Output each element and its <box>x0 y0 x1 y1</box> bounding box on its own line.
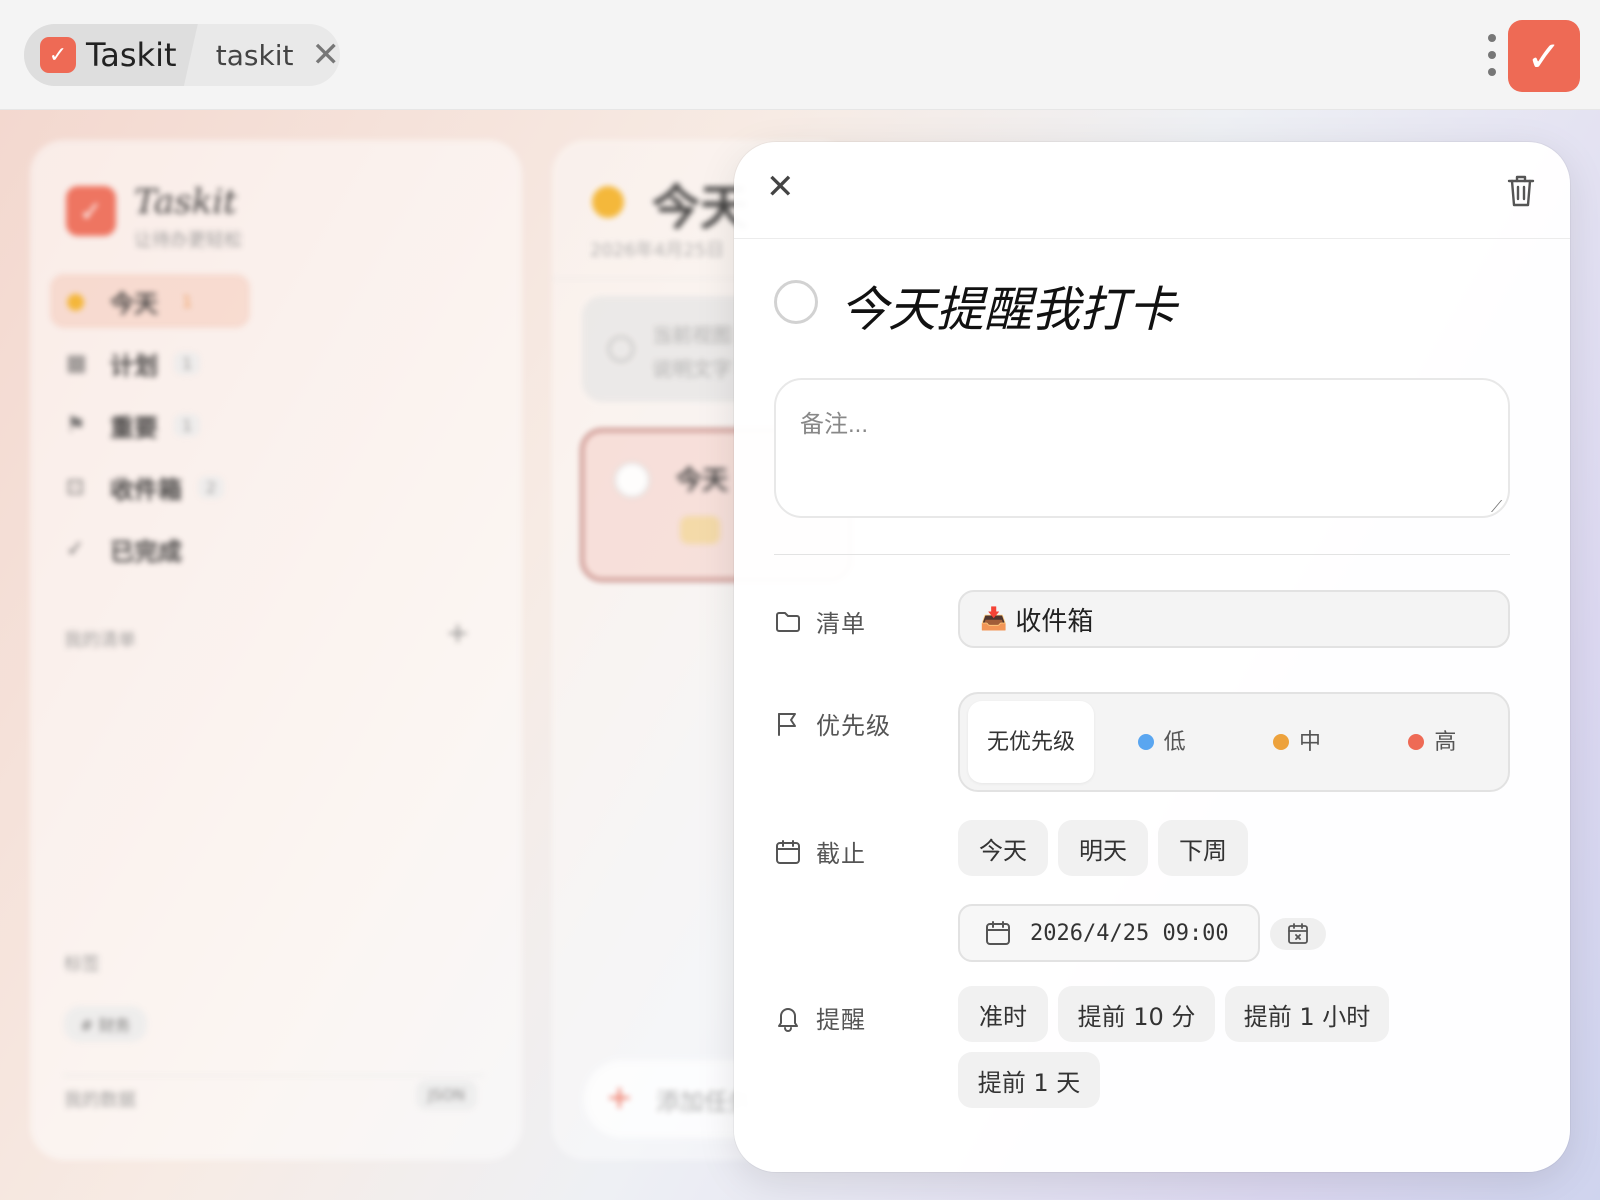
reminder-row-label: 提醒 <box>774 1000 866 1035</box>
inbox-tray-icon: 📥 <box>980 606 1008 632</box>
due-chip <box>680 516 720 544</box>
kebab-dot <box>1488 68 1496 76</box>
close-icon[interactable]: ✕ <box>766 170 795 204</box>
sidebar-item-label: 收件箱 <box>110 475 182 504</box>
low-priority-dot-icon <box>1137 734 1154 750</box>
taskit-logo-icon: ✓ <box>40 37 76 73</box>
hint-icon <box>608 336 634 362</box>
task-checkbox[interactable] <box>614 462 650 498</box>
sidebar-subtitle: 让待办更轻松 <box>134 230 242 251</box>
tab-label[interactable]: taskit <box>216 39 294 72</box>
high-priority-dot-icon <box>1408 734 1425 750</box>
calendar-icon <box>986 921 1010 945</box>
reminder-label: 提醒 <box>816 1006 866 1034</box>
tab-close-icon[interactable]: ✕ <box>312 38 341 72</box>
hint-text: 当前视图 说明文字 <box>652 323 732 381</box>
priority-option-label: 低 <box>1163 729 1186 755</box>
sun-icon <box>592 186 624 218</box>
priority-row-label: 优先级 <box>774 706 891 741</box>
medium-priority-dot-icon <box>1272 734 1289 750</box>
priority-option-label: 无优先级 <box>986 729 1075 755</box>
calendar-clear-icon <box>1288 923 1308 944</box>
flag-icon: ⚑ <box>66 412 86 438</box>
due-row-label: 截止 <box>774 834 866 869</box>
sidebar-item-label: 已完成 <box>110 537 182 566</box>
notes-input[interactable] <box>774 378 1510 518</box>
my-lists-heading: 我的清单 <box>64 630 136 651</box>
more-menu-icon[interactable] <box>1484 34 1500 76</box>
sidebar-item-count: 1 <box>182 291 193 311</box>
kebab-dot <box>1488 34 1496 42</box>
folder-icon <box>776 611 800 632</box>
kebab-dot <box>1488 51 1496 59</box>
list-row-label: 清单 <box>774 604 866 639</box>
header-divider <box>734 238 1570 239</box>
sidebar-item-important[interactable]: ⚑ 重要 1 <box>50 398 250 452</box>
list-value: 收件箱 <box>1015 606 1094 637</box>
add-icon: + <box>606 1078 633 1116</box>
task-detail-panel: ✕ 今天提醒我打卡 ⟋ 清单 📥 收件箱 优先级 无优先级 低 中 <box>734 142 1570 1172</box>
priority-label: 优先级 <box>816 712 891 740</box>
task-title[interactable]: 今天提醒我打卡 <box>840 270 1176 340</box>
due-label: 截止 <box>816 840 866 868</box>
sidebar-item-label: 重要 <box>110 413 158 442</box>
sidebar-item-label: 计划 <box>110 351 158 380</box>
due-tomorrow-button[interactable]: 明天 <box>1058 820 1148 876</box>
tags-heading: 标签 <box>64 954 100 975</box>
reminder-1hour-button[interactable]: 提前 1 小时 <box>1225 986 1389 1042</box>
calendar-icon <box>776 839 800 864</box>
priority-segmented-control: 无优先级 低 中 高 <box>958 692 1510 792</box>
task-card-title: 今天 <box>676 466 729 496</box>
reminder-on-time-button[interactable]: 准时 <box>958 986 1048 1042</box>
reminder-1day-button[interactable]: 提前 1 天 <box>958 1052 1100 1108</box>
section-divider <box>774 554 1510 555</box>
app-tab[interactable]: ✓ Taskit taskit ✕ <box>24 24 340 86</box>
sun-icon: ● <box>66 288 86 314</box>
due-datetime-value: 2026/4/25 09:00 <box>1030 920 1229 946</box>
sidebar: ✓ Taskit 让待办更轻松 ● 今天 1 ▦ 计划 1 ⚑ 重要 1 ⊡ 收… <box>30 140 522 1160</box>
priority-option-label: 中 <box>1298 729 1321 755</box>
sidebar-divider <box>64 1075 484 1076</box>
my-data-heading: 我的数据 <box>64 1090 136 1111</box>
calendar-icon: ▦ <box>66 350 87 376</box>
sidebar-item-planned[interactable]: ▦ 计划 1 <box>50 336 250 390</box>
title-bar: ✓ Taskit taskit ✕ ✓ <box>0 0 1600 110</box>
due-datetime-input[interactable]: 2026/4/25 09:00 <box>958 904 1260 962</box>
app-title: Taskit <box>86 36 177 74</box>
clear-due-date-button[interactable] <box>1270 918 1326 950</box>
reminder-10min-button[interactable]: 提前 10 分 <box>1058 986 1215 1042</box>
tag-chip[interactable]: # 财务 <box>64 1006 147 1042</box>
priority-option-none[interactable]: 无优先级 <box>968 701 1094 783</box>
add-list-icon[interactable]: + <box>446 616 469 649</box>
list-label: 清单 <box>816 610 866 638</box>
list-select[interactable]: 📥 收件箱 <box>958 590 1510 648</box>
app-check-button[interactable]: ✓ <box>1508 20 1580 92</box>
sidebar-item-count: 1 <box>174 351 201 375</box>
priority-option-medium[interactable]: 中 <box>1229 701 1364 783</box>
priority-option-label: 高 <box>1434 729 1457 755</box>
flag-icon <box>778 712 796 736</box>
bell-icon <box>778 1007 798 1032</box>
sidebar-item-count: 1 <box>174 413 201 437</box>
inbox-icon: ⊡ <box>66 474 85 500</box>
sidebar-item-today[interactable]: ● 今天 1 <box>50 274 250 328</box>
sidebar-title: Taskit <box>134 182 237 222</box>
page-date: 2026年4月25日 <box>590 240 725 261</box>
app-tab-main[interactable]: ✓ Taskit <box>24 24 198 86</box>
priority-option-low[interactable]: 低 <box>1094 701 1229 783</box>
due-next-week-button[interactable]: 下周 <box>1158 820 1248 876</box>
check-icon: ✓ <box>66 536 85 562</box>
sidebar-item-label: 今天 <box>110 289 158 318</box>
due-today-button[interactable]: 今天 <box>958 820 1048 876</box>
priority-option-high[interactable]: 高 <box>1365 701 1500 783</box>
sidebar-item-count: 2 <box>198 475 225 499</box>
sidebar-item-completed[interactable]: ✓ 已完成 <box>50 522 250 576</box>
sidebar-item-inbox[interactable]: ⊡ 收件箱 2 <box>50 460 250 514</box>
trash-icon[interactable] <box>1506 174 1536 208</box>
my-data-button[interactable]: JSON <box>416 1080 477 1110</box>
sidebar-logo-icon: ✓ <box>66 186 116 236</box>
resize-grip-icon[interactable]: ⟋ <box>1491 497 1502 517</box>
task-complete-checkbox[interactable] <box>774 280 818 324</box>
